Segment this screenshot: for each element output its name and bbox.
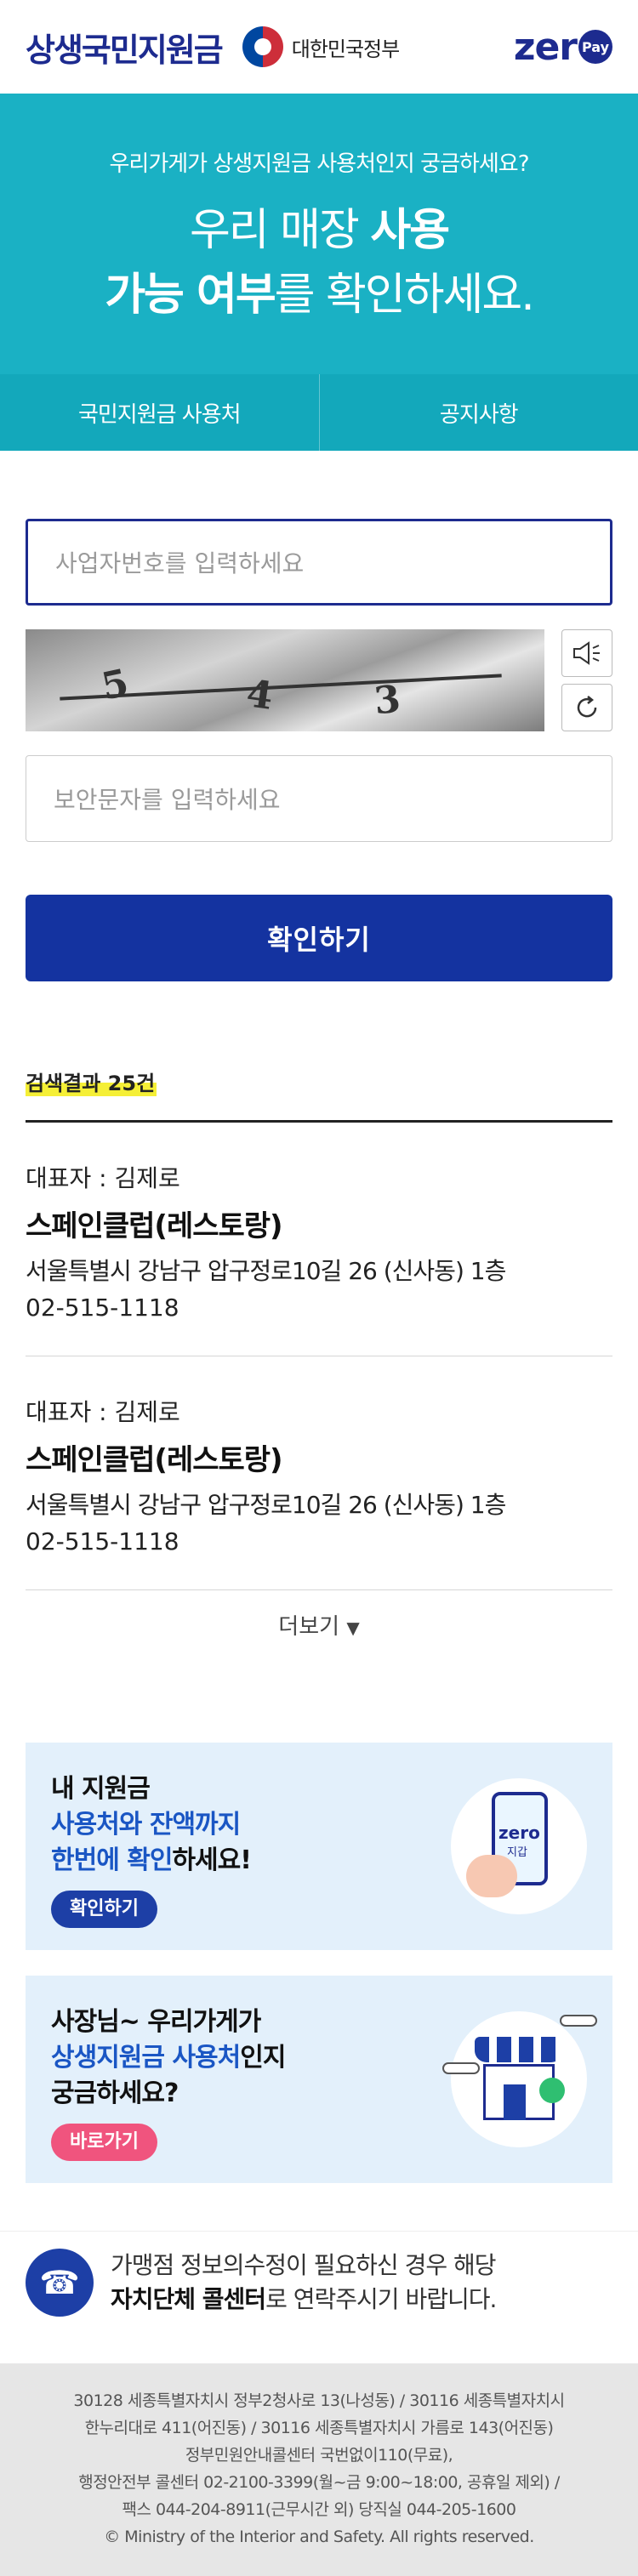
captcha-char-2: 4 — [243, 672, 276, 719]
zeropay-logo[interactable]: zer Pay — [514, 26, 612, 69]
speaker-icon — [573, 641, 600, 665]
result-representative: 대표자 : 김제로 — [26, 1164, 180, 1192]
captcha-image: 5 4 3 — [26, 629, 544, 731]
caret-down-icon: ▼ — [346, 1618, 360, 1638]
footer-line: 행정안전부 콜센터 02-2100-3399(월~금 9:00~18:00, 공… — [78, 2473, 560, 2492]
contact-text: 가맹점 정보의수정이 필요하신 경우 해당 자치단체 콜센터로 연락주시기 바랍… — [111, 2249, 497, 2317]
pay-badge: Pay — [578, 30, 612, 64]
phone-zero-label: zero — [498, 1823, 540, 1843]
result-address: 서울특별시 강남구 압구정로10길 26 (신사동) 1층 — [26, 1257, 506, 1285]
search-results: 검색결과 25건 대표자 : 김제로 스페인클럽(레스토랑) 서울특별시 강남구… — [0, 981, 638, 1641]
hero-title-line2-normal: 를 확인하세요. — [274, 270, 535, 321]
taegeuk-icon — [242, 26, 283, 67]
more-label: 더보기 — [278, 1614, 340, 1640]
hand-icon — [466, 1855, 517, 1897]
result-representative: 대표자 : 김제로 — [26, 1398, 180, 1426]
hero-title: 우리 매장 사용 가능 여부를 확인하세요. — [0, 198, 638, 327]
gov-logo: 대한민국정부 — [242, 26, 400, 67]
list-item[interactable]: 대표자 : 김제로 스페인클럽(레스토랑) 서울특별시 강남구 압구정로10길 … — [26, 1123, 612, 1356]
result-name: 스페인클럽(레스토랑) — [26, 1443, 283, 1477]
wallet-banner-line3: 하세요! — [172, 1845, 251, 1875]
tab-usage-places[interactable]: 국민지원금 사용처 — [0, 374, 319, 451]
hero-title-line2-bold: 가능 여부 — [105, 270, 276, 321]
result-address: 서울특별시 강남구 압구정로10길 26 (신사동) 1층 — [26, 1491, 506, 1519]
cloud-icon — [560, 2015, 597, 2027]
contact-line1: 가맹점 정보의수정이 필요하신 경우 해당 — [111, 2250, 497, 2279]
wallet-banner[interactable]: 내 지원금 사용처와 잔액까지 한번에 확인하세요! 확인하기 zero 지갑 — [26, 1743, 612, 1950]
phone-icon: ☎ — [26, 2248, 94, 2317]
captcha-buttons — [561, 629, 612, 731]
brand-title[interactable]: 상생국민지원금 — [26, 24, 224, 71]
gov-label: 대한민국정부 — [291, 37, 400, 61]
lookup-form: 사업자번호를 입력하세요 5 4 3 보안문자를 입력하세요 확인하기 — [0, 451, 638, 981]
zero-logo-text: zer — [513, 25, 578, 69]
hero-subtitle: 우리가게가 상생지원금 사용처인지 궁금하세요? — [109, 151, 530, 177]
captcha-audio-button[interactable] — [561, 629, 612, 677]
owner-banner-line2: 인지 — [240, 2043, 286, 2073]
site-header: 상생국민지원금 대한민국정부 zer Pay — [0, 0, 638, 94]
phone-wallet-illustration: zero 지갑 — [451, 1778, 587, 1914]
result-phone: 02-515-1118 — [26, 1527, 179, 1555]
contact-line2-bold: 자치단체 콜센터 — [111, 2284, 266, 2313]
hero-section: 우리가게가 상생지원금 사용처인지 궁금하세요? 우리 매장 사용 가능 여부를… — [0, 94, 638, 374]
footer-copyright: © Ministry of the Interior and Safety. A… — [104, 2528, 534, 2546]
security-code-input[interactable]: 보안문자를 입력하세요 — [26, 755, 612, 842]
result-name: 스페인클럽(레스토랑) — [26, 1209, 283, 1243]
site-footer: 30128 세종특별자치시 정부2청사로 13(나성동) / 30116 세종특… — [0, 2363, 638, 2576]
footer-line: 30128 세종특별자치시 정부2청사로 13(나성동) / 30116 세종특… — [73, 2391, 565, 2410]
footer-line: 한누리대로 411(어진동) / 30116 세종특별자치시 가름로 143(어… — [84, 2419, 554, 2437]
owner-banner-line2-hl: 상생지원금 사용처 — [51, 2043, 241, 2073]
more-button[interactable]: 더보기 ▼ — [26, 1609, 612, 1641]
store-awning-icon — [475, 2037, 563, 2062]
refresh-icon — [577, 696, 597, 718]
location-pin-icon — [539, 2078, 565, 2103]
hero-title-line1-bold: 사용 — [370, 205, 450, 256]
phone-wallet-label: 지갑 — [507, 1846, 527, 1859]
wallet-banner-line3-hl: 한번에 확인 — [51, 1845, 173, 1875]
result-phone: 02-515-1118 — [26, 1294, 179, 1322]
captcha-char-3: 3 — [372, 677, 403, 724]
store-illustration — [442, 2011, 597, 2147]
confirm-button[interactable]: 확인하기 — [26, 895, 612, 981]
contact-line2: 로 연락주시기 바랍니다. — [265, 2284, 497, 2313]
captcha-char-1: 5 — [98, 661, 133, 709]
go-button[interactable]: 바로가기 — [51, 2124, 157, 2161]
main-tabs: 국민지원금 사용처 공지사항 — [0, 374, 638, 451]
business-number-input[interactable]: 사업자번호를 입력하세요 — [26, 519, 612, 606]
wallet-check-button[interactable]: 확인하기 — [51, 1891, 157, 1928]
footer-line: 정부민원안내콜센터 국번없이110(무료), — [185, 2446, 453, 2465]
list-item[interactable]: 대표자 : 김제로 스페인클럽(레스토랑) 서울특별시 강남구 압구정로10길 … — [26, 1356, 612, 1590]
footer-line: 팩스 044-204-8911(근무시간 외) 당직실 044-205-1600 — [122, 2500, 516, 2519]
captcha-refresh-button[interactable] — [561, 684, 612, 731]
tab-notices[interactable]: 공지사항 — [318, 374, 638, 451]
owner-banner[interactable]: 사장님~ 우리가게가 상생지원금 사용처인지 궁금하세요? 바로가기 — [26, 1976, 612, 2183]
contact-notice: ☎ 가맹점 정보의수정이 필요하신 경우 해당 자치단체 콜센터로 연락주시기 … — [0, 2231, 638, 2333]
results-count: 검색결과 25건 — [26, 1066, 157, 1096]
cloud-icon — [442, 2062, 480, 2074]
captcha-row: 5 4 3 — [26, 629, 612, 731]
hero-title-line1-normal: 우리 매장 — [189, 205, 371, 256]
store-door-icon — [504, 2084, 526, 2120]
